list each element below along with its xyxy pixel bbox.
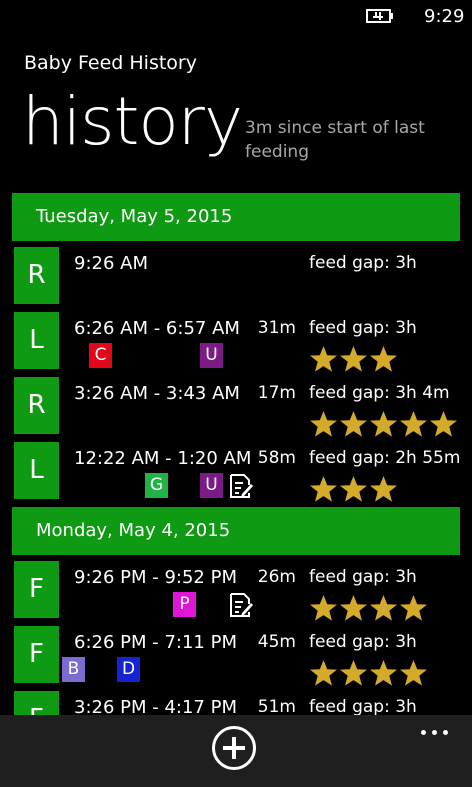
star-icon [400,595,427,621]
page-title: history [22,83,243,160]
feed-duration: 58m [257,448,296,468]
feed-duration: 51m [257,697,296,715]
feed-duration: 45m [257,632,296,652]
status-bar: 9:29 [0,0,472,34]
app-title: Baby Feed History [24,52,197,74]
star-icon [430,411,457,437]
feed-entry[interactable]: F 6:26 PM - 7:11 PM 45m feed gap: 3h B D [0,626,472,687]
status-clock: 9:29 [424,6,465,27]
feed-duration: 17m [257,383,296,403]
star-icon [400,660,427,686]
feed-time: 12:22 AM - 1:20 AM [74,448,252,469]
feed-tag: U [200,473,223,498]
star-icon [370,411,397,437]
star-icon [310,660,337,686]
feed-entry[interactable]: F 9:26 PM - 9:52 PM 26m feed gap: 3h P [0,561,472,622]
feed-time: 9:26 PM - 9:52 PM [74,567,237,588]
app-bar [0,715,472,787]
feed-time: 3:26 PM - 4:17 PM [74,697,237,715]
feed-tag: U [200,343,223,368]
feed-entry[interactable]: L 12:22 AM - 1:20 AM 58m feed gap: 2h 55m G U [0,442,472,503]
feed-tag: C [89,343,112,368]
feed-duration: 26m [257,567,296,587]
feed-rating [309,659,429,687]
feed-gap: feed gap: 3h [309,318,417,338]
star-icon [370,476,397,502]
feed-rating [309,345,399,373]
feed-tag: G [145,473,168,498]
feed-side-tile: F [14,691,59,715]
since-last-feeding: 3m since start of last feeding [245,118,425,162]
day-header: Monday, May 4, 2015 [12,507,460,555]
feed-time: 6:26 AM - 6:57 AM [74,318,240,339]
note-icon [230,474,253,498]
feed-time: 6:26 PM - 7:11 PM [74,632,237,653]
feed-gap: feed gap: 3h [309,253,417,273]
feed-entry[interactable]: L 6:26 AM - 6:57 AM 31m feed gap: 3h C U [0,312,472,373]
feed-entry[interactable]: R 9:26 AM feed gap: 3h [0,247,472,306]
star-icon [340,660,367,686]
feed-time: 3:26 AM - 3:43 AM [74,383,240,404]
feed-tag: P [173,592,196,617]
feed-entry[interactable]: F 3:26 PM - 4:17 PM 51m feed gap: 3h [0,691,472,715]
star-icon [340,595,367,621]
star-icon [340,476,367,502]
star-icon [310,595,337,621]
add-feed-button[interactable] [212,726,256,770]
feed-entry[interactable]: R 3:26 AM - 3:43 AM 17m feed gap: 3h 4m [0,377,472,438]
feed-rating [309,475,399,503]
day-header: Tuesday, May 5, 2015 [12,193,460,241]
feed-gap: feed gap: 3h 4m [309,383,450,403]
star-icon [310,346,337,372]
feed-gap: feed gap: 3h [309,567,417,587]
feed-gap: feed gap: 2h 55m [309,448,461,468]
feed-rating [309,410,459,438]
note-icon [230,593,253,617]
feed-tag: B [62,657,85,682]
star-icon [310,476,337,502]
feed-duration: 31m [257,318,296,338]
feed-gap: feed gap: 3h [309,697,417,715]
star-icon [370,595,397,621]
star-icon [310,411,337,437]
feed-time: 9:26 AM [74,253,148,274]
star-icon [400,411,427,437]
more-button[interactable] [421,728,451,738]
star-icon [370,346,397,372]
star-icon [340,411,367,437]
star-icon [370,660,397,686]
battery-charging-icon [366,9,393,23]
feed-rating [309,594,429,622]
feed-history-list[interactable]: Tuesday, May 5, 2015 R 9:26 AM feed gap: 3h… [0,193,472,715]
feed-gap: feed gap: 3h [309,632,417,652]
star-icon [340,346,367,372]
feed-tag: D [117,657,140,682]
